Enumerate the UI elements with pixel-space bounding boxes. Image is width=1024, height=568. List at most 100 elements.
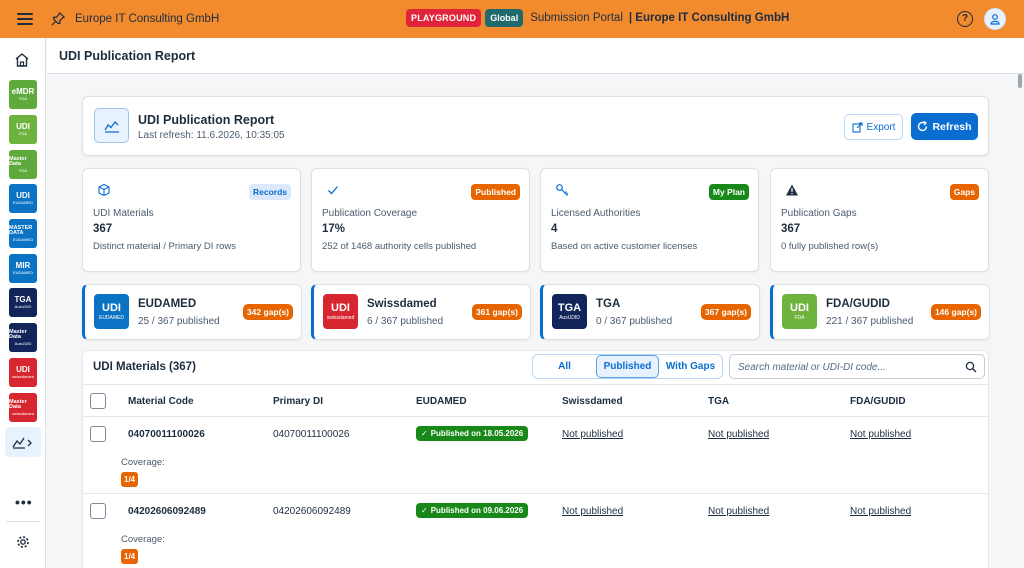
table-title: UDI Materials (367) <box>93 361 196 373</box>
kpi-label: Publication Gaps <box>781 208 857 219</box>
row-checkbox[interactable] <box>90 503 106 519</box>
report-title: UDI Publication Report <box>138 113 275 127</box>
sidebar-app-tile[interactable]: MIR EUDAMED <box>9 254 37 283</box>
key-icon <box>556 184 569 196</box>
filter-published-button[interactable]: Published <box>596 355 659 378</box>
report-icon <box>94 108 129 143</box>
authority-card-eudamed[interactable]: UDI EUDAMED EUDAMED 25 / 367 published 34… <box>82 284 302 340</box>
column-header-eudamed[interactable]: EUDAMED <box>416 396 467 407</box>
tga-status-link[interactable]: Not published <box>708 429 769 440</box>
sidebar-app-tile[interactable]: Master Data FDA <box>9 150 37 179</box>
filter-segmented-control: All Published With Gaps <box>532 354 723 379</box>
authority-name: FDA/GUDID <box>826 298 890 310</box>
authority-published-count: 221 / 367 published <box>826 316 914 327</box>
fda-status-link[interactable]: Not published <box>850 429 911 440</box>
refresh-button[interactable]: Refresh <box>911 113 978 140</box>
search-field <box>729 354 985 379</box>
gear-icon[interactable] <box>16 535 30 549</box>
coverage-label: Coverage: <box>121 534 165 545</box>
authority-card-fda-gudid[interactable]: UDI FDA FDA/GUDID 221 / 367 published 146… <box>770 284 990 340</box>
help-icon[interactable]: ? <box>957 11 973 27</box>
company-name: Europe IT Consulting GmbH <box>75 13 220 25</box>
filter-all-button[interactable]: All <box>533 355 596 378</box>
sidebar: eMDR FDA UDI FDA Master Data FDA UDI EUDAMED MAS… <box>0 38 46 568</box>
select-all-checkbox[interactable] <box>90 393 106 409</box>
kpi-description: 0 fully published row(s) <box>781 241 879 252</box>
column-header-primary-di[interactable]: Primary DI <box>273 396 323 407</box>
sidebar-app-tile[interactable]: UDI EUDAMED <box>9 184 37 213</box>
authority-card-swissdamed[interactable]: UDI swissdamed Swissdamed 6 / 367 publish… <box>311 284 531 340</box>
pin-icon[interactable] <box>51 12 65 26</box>
column-header-tga[interactable]: TGA <box>708 396 729 407</box>
sidebar-app-tile[interactable]: TGA AusUDID <box>9 288 37 317</box>
tga-logo: TGA AusUDID <box>552 294 587 329</box>
sidebar-app-tile[interactable]: Master Data AusUDID <box>9 323 37 352</box>
refresh-icon <box>918 121 928 132</box>
sidebar-app-tile[interactable]: MASTER DATA EUDAMED <box>9 219 37 248</box>
hamburger-menu-icon[interactable] <box>17 13 33 25</box>
authority-name: EUDAMED <box>138 298 197 310</box>
gap-badge: 146 gap(s) <box>930 304 981 320</box>
material-code: 04202606092489 <box>128 506 206 517</box>
kpi-tag: Gaps <box>949 184 979 200</box>
sidebar-app-tile[interactable]: eMDR FDA <box>9 80 37 109</box>
kpi-label: UDI Materials <box>93 208 154 219</box>
user-avatar[interactable] <box>984 8 1006 30</box>
last-refresh-text: Last refresh: 11.6.2026, 10:35:05 <box>138 130 285 141</box>
export-label: Export <box>866 121 896 133</box>
sidebar-item-publication-report[interactable] <box>5 427 41 457</box>
eudamed-logo: UDI EUDAMED <box>94 294 129 329</box>
sidebar-app-tile[interactable]: UDI swissdamed <box>9 358 37 387</box>
kpi-description: Based on active customer licenses <box>551 241 698 252</box>
authority-published-count: 0 / 367 published <box>596 316 673 327</box>
gap-badge: 361 gap(s) <box>471 304 522 320</box>
kpi-publication-coverage: Published Publication Coverage 17% 252 o… <box>311 168 530 272</box>
scrollbar[interactable] <box>1018 74 1022 88</box>
swissdamed-status-link[interactable]: Not published <box>562 429 623 440</box>
udi-materials-table: UDI Materials (367) All Published With G… <box>82 350 989 568</box>
coverage-badge: 1/4 <box>121 472 139 487</box>
eudamed-status-badge: ✓ Published on 18.05.2026 <box>416 426 529 441</box>
authority-published-count: 6 / 367 published <box>367 316 444 327</box>
table-header: Material Code Primary DI EUDAMED Swissda… <box>83 384 988 417</box>
eudamed-status-badge: ✓ Published on 09.06.2026 <box>416 503 529 518</box>
kpi-description: Distinct material / Primary DI rows <box>93 241 237 252</box>
tga-status-link[interactable]: Not published <box>708 506 769 517</box>
checkmark-icon <box>328 186 338 195</box>
column-header-fda-gudid[interactable]: FDA/GUDID <box>850 396 906 407</box>
export-button[interactable]: Export <box>844 114 903 140</box>
search-input[interactable] <box>738 359 958 375</box>
authority-card-tga[interactable]: TGA AusUDID TGA 0 / 367 published 367 gap… <box>540 284 760 340</box>
portal-label: Submission Portal <box>530 12 623 24</box>
kpi-tag: Published <box>471 184 520 200</box>
sidebar-app-tile[interactable]: Master Data swissdamed <box>9 393 37 422</box>
user-icon <box>990 14 1000 25</box>
material-code: 04070011100026 <box>128 429 205 440</box>
sidebar-app-tile[interactable]: UDI FDA <box>9 115 37 144</box>
more-icon[interactable]: ••• <box>15 494 33 510</box>
kpi-value: 17% <box>322 223 346 235</box>
export-icon <box>851 121 863 133</box>
swissdamed-status-link[interactable]: Not published <box>562 506 623 517</box>
filter-with-gaps-button[interactable]: With Gaps <box>659 355 722 378</box>
kpi-value: 367 <box>781 223 801 235</box>
column-header-swissdamed[interactable]: Swissdamed <box>562 396 623 407</box>
warning-icon <box>786 184 798 196</box>
table-row[interactable]: 04070011100026 04070011100026 ✓ Published… <box>83 417 988 494</box>
authority-published-count: 25 / 367 published <box>138 316 220 327</box>
kpi-label: Publication Coverage <box>322 208 418 219</box>
scope-badge: Global <box>485 9 524 27</box>
environment-badge: PLAYGROUND <box>406 9 482 27</box>
kpi-tag: My Plan <box>708 184 749 200</box>
portal-company: | Europe IT Consulting GmbH <box>628 12 790 24</box>
check-icon: ✓ <box>421 506 428 515</box>
home-icon[interactable] <box>14 52 30 68</box>
kpi-description: 252 of 1468 authority cells published <box>322 241 477 252</box>
portal-title: PLAYGROUND Global Submission Portal | Eu… <box>406 9 789 27</box>
kpi-publication-gaps: Gaps Publication Gaps 367 0 fully publis… <box>770 168 989 272</box>
search-icon[interactable] <box>965 361 977 373</box>
column-header-material-code[interactable]: Material Code <box>128 396 194 407</box>
fda-status-link[interactable]: Not published <box>850 506 911 517</box>
row-checkbox[interactable] <box>90 426 106 442</box>
table-row[interactable]: 04202606092489 04202606092489 ✓ Published… <box>83 494 988 568</box>
